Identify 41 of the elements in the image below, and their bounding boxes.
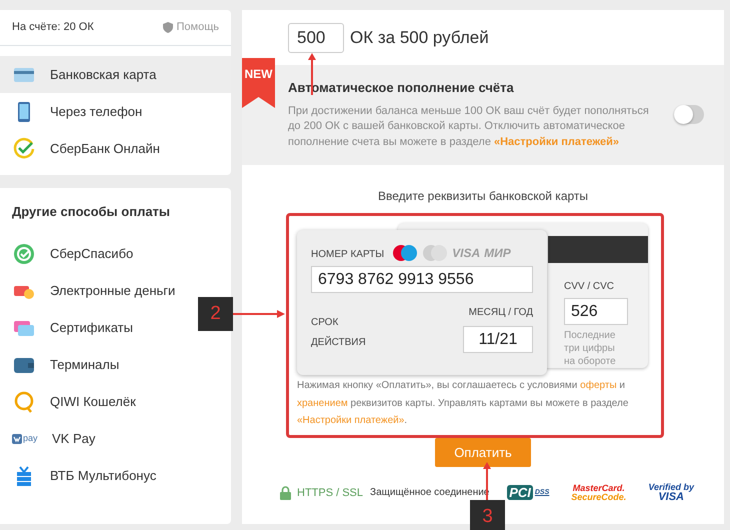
card-number-field[interactable]: 6793 8762 9913 9556 [311,266,533,294]
terms-text: Нажимая кнопку «Оплатить», вы соглашаетесь с условиями оферты и хранением реквизитов карты. Управлять картами вы можете в разделе «Настройки платежей». [297,379,630,428]
amount-label: ОК за 500 рублей [350,26,489,49]
shield-icon [162,22,172,33]
expiry-label: СРОК ДЕЙСТВИЯ [311,316,367,350]
expiry-hint: МЕСЯЦ / ГОД [468,306,533,320]
payment-method-label[interactable]: ВТБ Мультибонус [50,466,156,486]
check-circle-icon [12,136,36,160]
payment-method-item[interactable]: СберБанк Онлайн [0,130,231,167]
check-circle-icon [12,242,36,266]
card-brand-logo: VISA [452,245,480,262]
payment-method-label[interactable]: VK Pay [52,429,96,449]
amount-field[interactable]: 500 [288,22,344,52]
autopay-description: При достижении баланса меньше 100 ОК ваш счёт будет пополняться до 200 ОК с вашей банковской карты. Отключить автоматическое пополнение счета вы можете в разделе «Настройки платежей» [288,104,650,150]
balance-text: На счёте: 20 ОК [12,20,94,36]
payment-method-label[interactable]: Электронные деньги [50,281,176,301]
protocol-label: HTTPS / SSL [297,486,364,501]
card-number-label: НОМЕР КАРТЫ [311,248,384,262]
new-ribbon: NEW [242,58,275,108]
payment-method-label[interactable]: Терминалы [50,355,120,375]
securecode-logo: MasterCard. SecureCode. [571,484,626,502]
payment-method-label[interactable]: Сертификаты [50,318,133,338]
payment-method-item[interactable]: Через телефон [0,93,231,130]
cvv-hint: Последние три цифры на обороте [564,329,617,368]
cvv-field[interactable]: 526 [564,298,628,326]
q-letter-icon [12,390,36,414]
card-brand-circles-icon [392,244,418,262]
cvv-label: CVV / CVC [564,280,616,294]
card-brand-logo: МИР [484,245,511,262]
autopay-toggle[interactable] [674,105,704,124]
lock-icon [280,486,291,500]
annotation-marker: 3 [470,500,505,530]
expiry-field[interactable]: 11/21 [463,326,533,354]
verified-visa-logo: Verified by VISA [648,482,694,503]
payment-method-item[interactable]: Банковская карта [0,56,231,93]
form-heading: Введите реквизиты банковской карты [376,188,590,206]
section-title: Другие способы оплаты [11,203,172,221]
annotation-marker: 2 [198,297,233,331]
payment-method-label[interactable]: СберСпасибо [50,244,134,264]
card-brand-circles-icon [422,244,448,262]
payment-method-label[interactable]: QIWI Кошелёк [50,392,136,412]
